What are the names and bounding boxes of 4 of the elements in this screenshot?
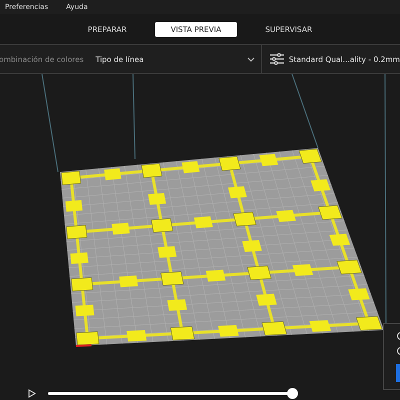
chevron-icon [246,56,255,62]
play-icon[interactable] [28,389,36,398]
slider-handle[interactable] [287,388,298,399]
settings-sliders-icon [270,53,284,65]
